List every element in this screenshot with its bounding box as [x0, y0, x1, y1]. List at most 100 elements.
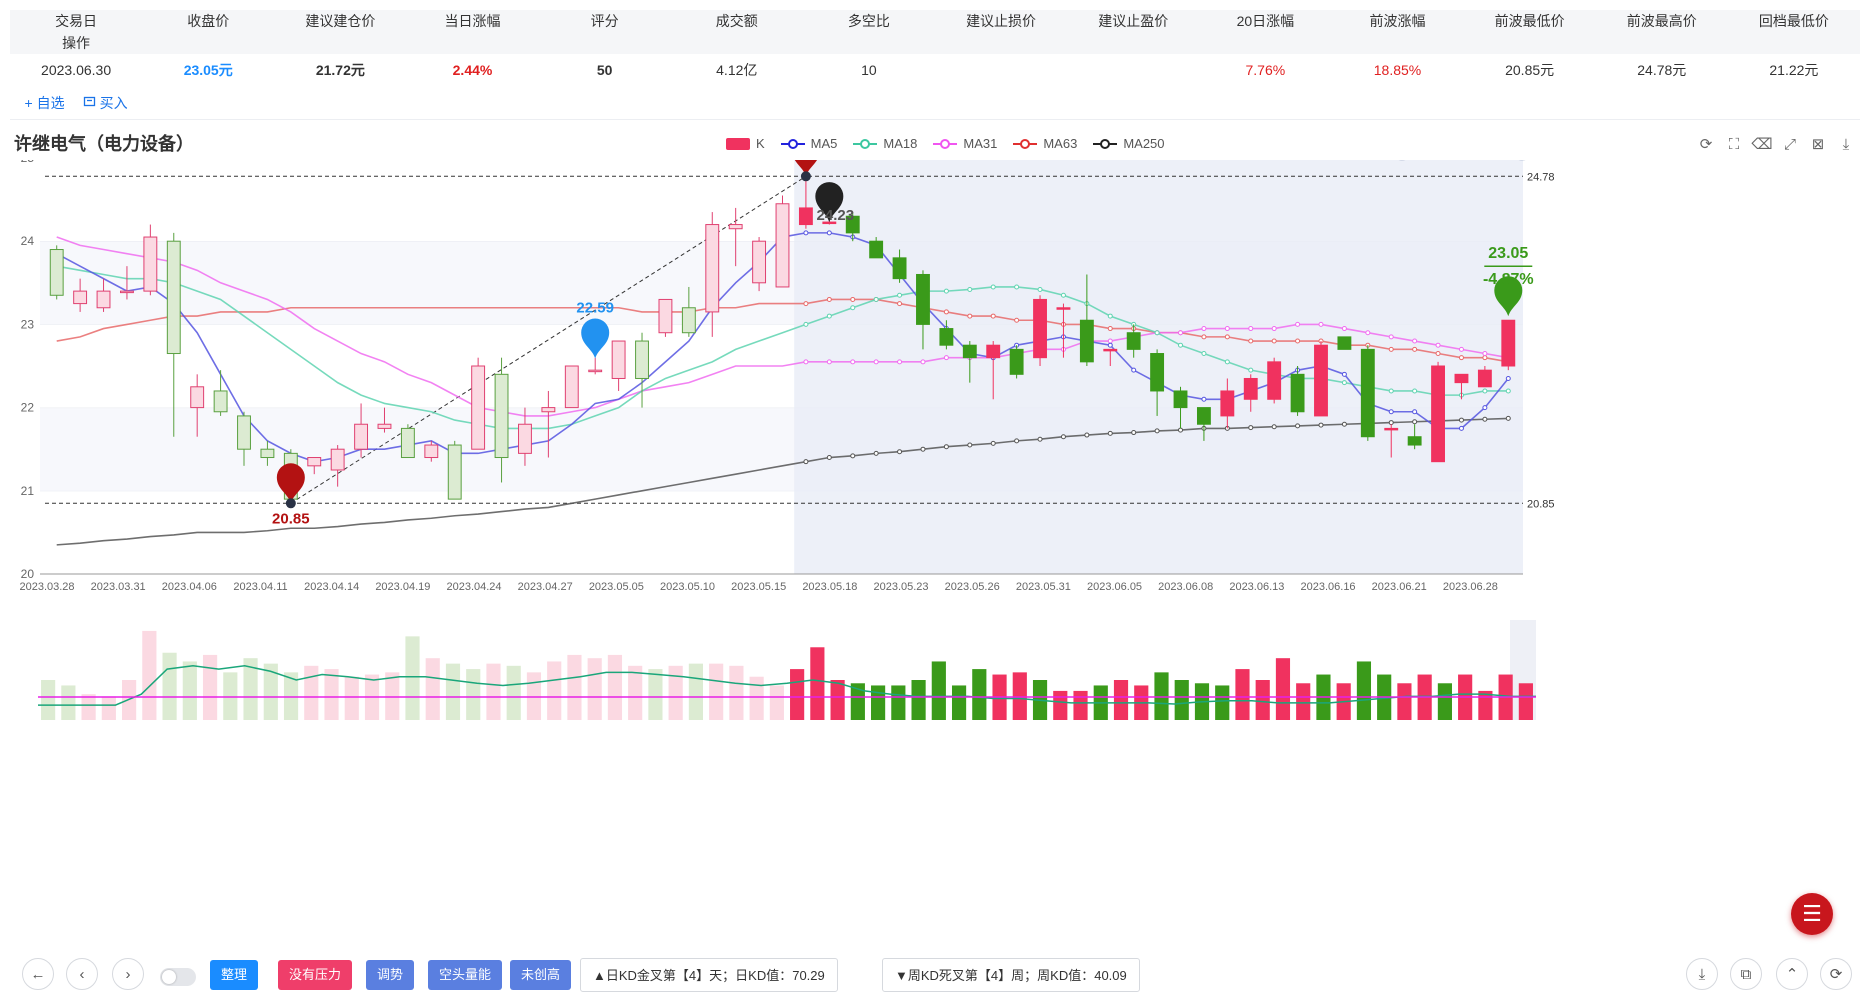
- legend-item-ma18[interactable]: MA18: [853, 136, 917, 151]
- candle-body: [424, 444, 439, 459]
- cart-icon: [83, 95, 96, 111]
- x-tick-label: 2023.05.10: [660, 581, 715, 593]
- back-button[interactable]: ←: [22, 958, 54, 990]
- ma31-line-point: [1178, 330, 1184, 336]
- tag-no-new-high[interactable]: 未创高: [510, 960, 572, 990]
- crop-icon[interactable]: ⛶: [1724, 134, 1744, 154]
- refresh-icon[interactable]: ⟳: [1696, 134, 1716, 154]
- candle-body: [962, 344, 977, 359]
- volume-bar: [790, 669, 805, 720]
- ma18-line-point: [1060, 292, 1066, 298]
- add-watch-button[interactable]: + 自选: [24, 93, 64, 113]
- x-tick-label: 2023.04.11: [233, 581, 287, 593]
- copy-button[interactable]: ⧉: [1730, 958, 1762, 990]
- low-marker-dot: [285, 498, 296, 509]
- volume-bar: [506, 665, 521, 720]
- candle-body: [1103, 348, 1118, 352]
- ma18-line-point: [990, 284, 996, 290]
- volume-bar: [1356, 661, 1372, 720]
- zoom-reset-icon[interactable]: ⊠: [1808, 134, 1828, 154]
- tag-bear-volume[interactable]: 空头量能: [428, 960, 503, 990]
- cell-wave-low: 20.85元: [1505, 62, 1555, 79]
- menu-fab-button[interactable]: ☰: [1791, 893, 1833, 935]
- x-tick-label: 2023.05.23: [873, 581, 928, 593]
- ma18-line-point: [1037, 286, 1043, 292]
- tag-consolidation[interactable]: 整理: [210, 960, 259, 990]
- chart-title: 许继电气（电力设备）: [14, 134, 194, 154]
- ma31-line-point: [897, 359, 903, 365]
- summary-table: 交易日 收盘价 建议建仓价 当日涨幅 评分 成交额 多空比 建议止损价 建议止盈…: [10, 10, 1860, 120]
- x-tick-label: 2023.06.13: [1229, 581, 1284, 593]
- x-tick-label: 2023.04.19: [375, 581, 430, 593]
- volume-bar: [344, 676, 359, 720]
- x-tick-label: 2023.06.21: [1372, 581, 1427, 593]
- prev-button[interactable]: ‹: [66, 958, 98, 990]
- table-header: 交易日 收盘价 建议建仓价 当日涨幅 评分 成交额 多空比 建议止损价 建议止盈…: [10, 10, 1860, 54]
- candle-body: [1056, 307, 1071, 310]
- ma63-line-point: [803, 301, 809, 307]
- ma18-line-point: [1014, 284, 1020, 290]
- header-turnover: 成交额: [715, 13, 758, 29]
- stock-chart: 20 21 22 23 24 25 24.78 20.85 2023.03.28 2023.03.…: [19, 160, 1555, 720]
- candle-body: [798, 207, 813, 226]
- candle-body: [775, 203, 790, 288]
- chart-legend: K MA5 MA18 MA31 MA63 MA250: [726, 136, 1165, 151]
- ma5-line-point: [1201, 396, 1207, 402]
- mode-toggle[interactable]: [160, 968, 196, 986]
- cell-close: 23.05元: [183, 62, 233, 79]
- ma63-line-point: [826, 296, 832, 302]
- download-button[interactable]: ⤓: [1686, 958, 1718, 990]
- plus-icon: +: [24, 94, 33, 111]
- x-tick-label: 2023.05.18: [802, 581, 857, 593]
- legend-item-ma250[interactable]: MA250: [1093, 136, 1165, 151]
- daily-kd-note: ▲日KD金叉第【4】天；日KD值：70.29: [580, 958, 838, 992]
- next-button[interactable]: ›: [112, 958, 144, 990]
- volume-bar: [1397, 683, 1412, 720]
- legend-item-ma5[interactable]: MA5: [780, 136, 837, 151]
- ma18-line-point: [1341, 380, 1347, 386]
- candle-body: [892, 257, 907, 280]
- ma250-line-point: [1037, 436, 1043, 442]
- x-tick-label: 2023.06.08: [1158, 581, 1213, 593]
- candle-body: [330, 448, 345, 471]
- candle-body: [564, 365, 579, 409]
- crop-back-icon[interactable]: ⌫: [1751, 134, 1772, 154]
- chevron-left-icon: ‹: [79, 965, 85, 983]
- ma63-line-point: [967, 313, 973, 319]
- download-icon[interactable]: ⤓: [1836, 134, 1856, 154]
- ma18-line-point: [1107, 313, 1113, 319]
- legend-label: MA250: [1123, 136, 1165, 151]
- menu-icon: ☰: [1802, 901, 1822, 926]
- ma250-line-point: [1458, 417, 1464, 423]
- y-tick-label: 22: [21, 401, 35, 415]
- candle-body: [120, 290, 134, 294]
- legend-item-k[interactable]: K: [726, 136, 765, 151]
- expand-icon[interactable]: ⤢: [1780, 134, 1800, 154]
- volume-bar: [547, 661, 562, 720]
- volume-bar: [891, 685, 906, 720]
- reload-button[interactable]: ⟳: [1820, 958, 1852, 990]
- candle-body: [1079, 319, 1094, 363]
- ma250-line-point: [1084, 432, 1090, 438]
- candle-body: [1431, 365, 1445, 463]
- buy-button[interactable]: 买入: [83, 93, 128, 113]
- x-tick-label: 2023.04.27: [518, 581, 573, 593]
- tag-trend[interactable]: 调势: [366, 960, 415, 990]
- candle-body: [471, 365, 486, 450]
- candle-body: [588, 369, 603, 373]
- volume-bar: [1215, 685, 1230, 720]
- ma250-line-point: [1060, 434, 1066, 440]
- table-row: 2023.06.30 23.05元 21.72元 2.44% 50 4.12亿 …: [10, 54, 1860, 120]
- ma63-line-point: [1482, 355, 1488, 361]
- legend-item-ma31[interactable]: MA31: [933, 136, 997, 151]
- tag-no-pressure[interactable]: 没有压力: [278, 960, 353, 990]
- candle-body: [1337, 336, 1352, 350]
- legend-item-ma63[interactable]: MA63: [1013, 136, 1077, 151]
- legend-swatch: [1093, 138, 1118, 150]
- ma63-line-point: [1458, 355, 1464, 361]
- candle-body: [1314, 344, 1328, 417]
- ma18-line-point: [1178, 342, 1184, 348]
- ma31-line-point: [1107, 338, 1113, 344]
- ma63-line-point: [1412, 346, 1418, 352]
- scroll-top-button[interactable]: ⌃: [1776, 958, 1808, 990]
